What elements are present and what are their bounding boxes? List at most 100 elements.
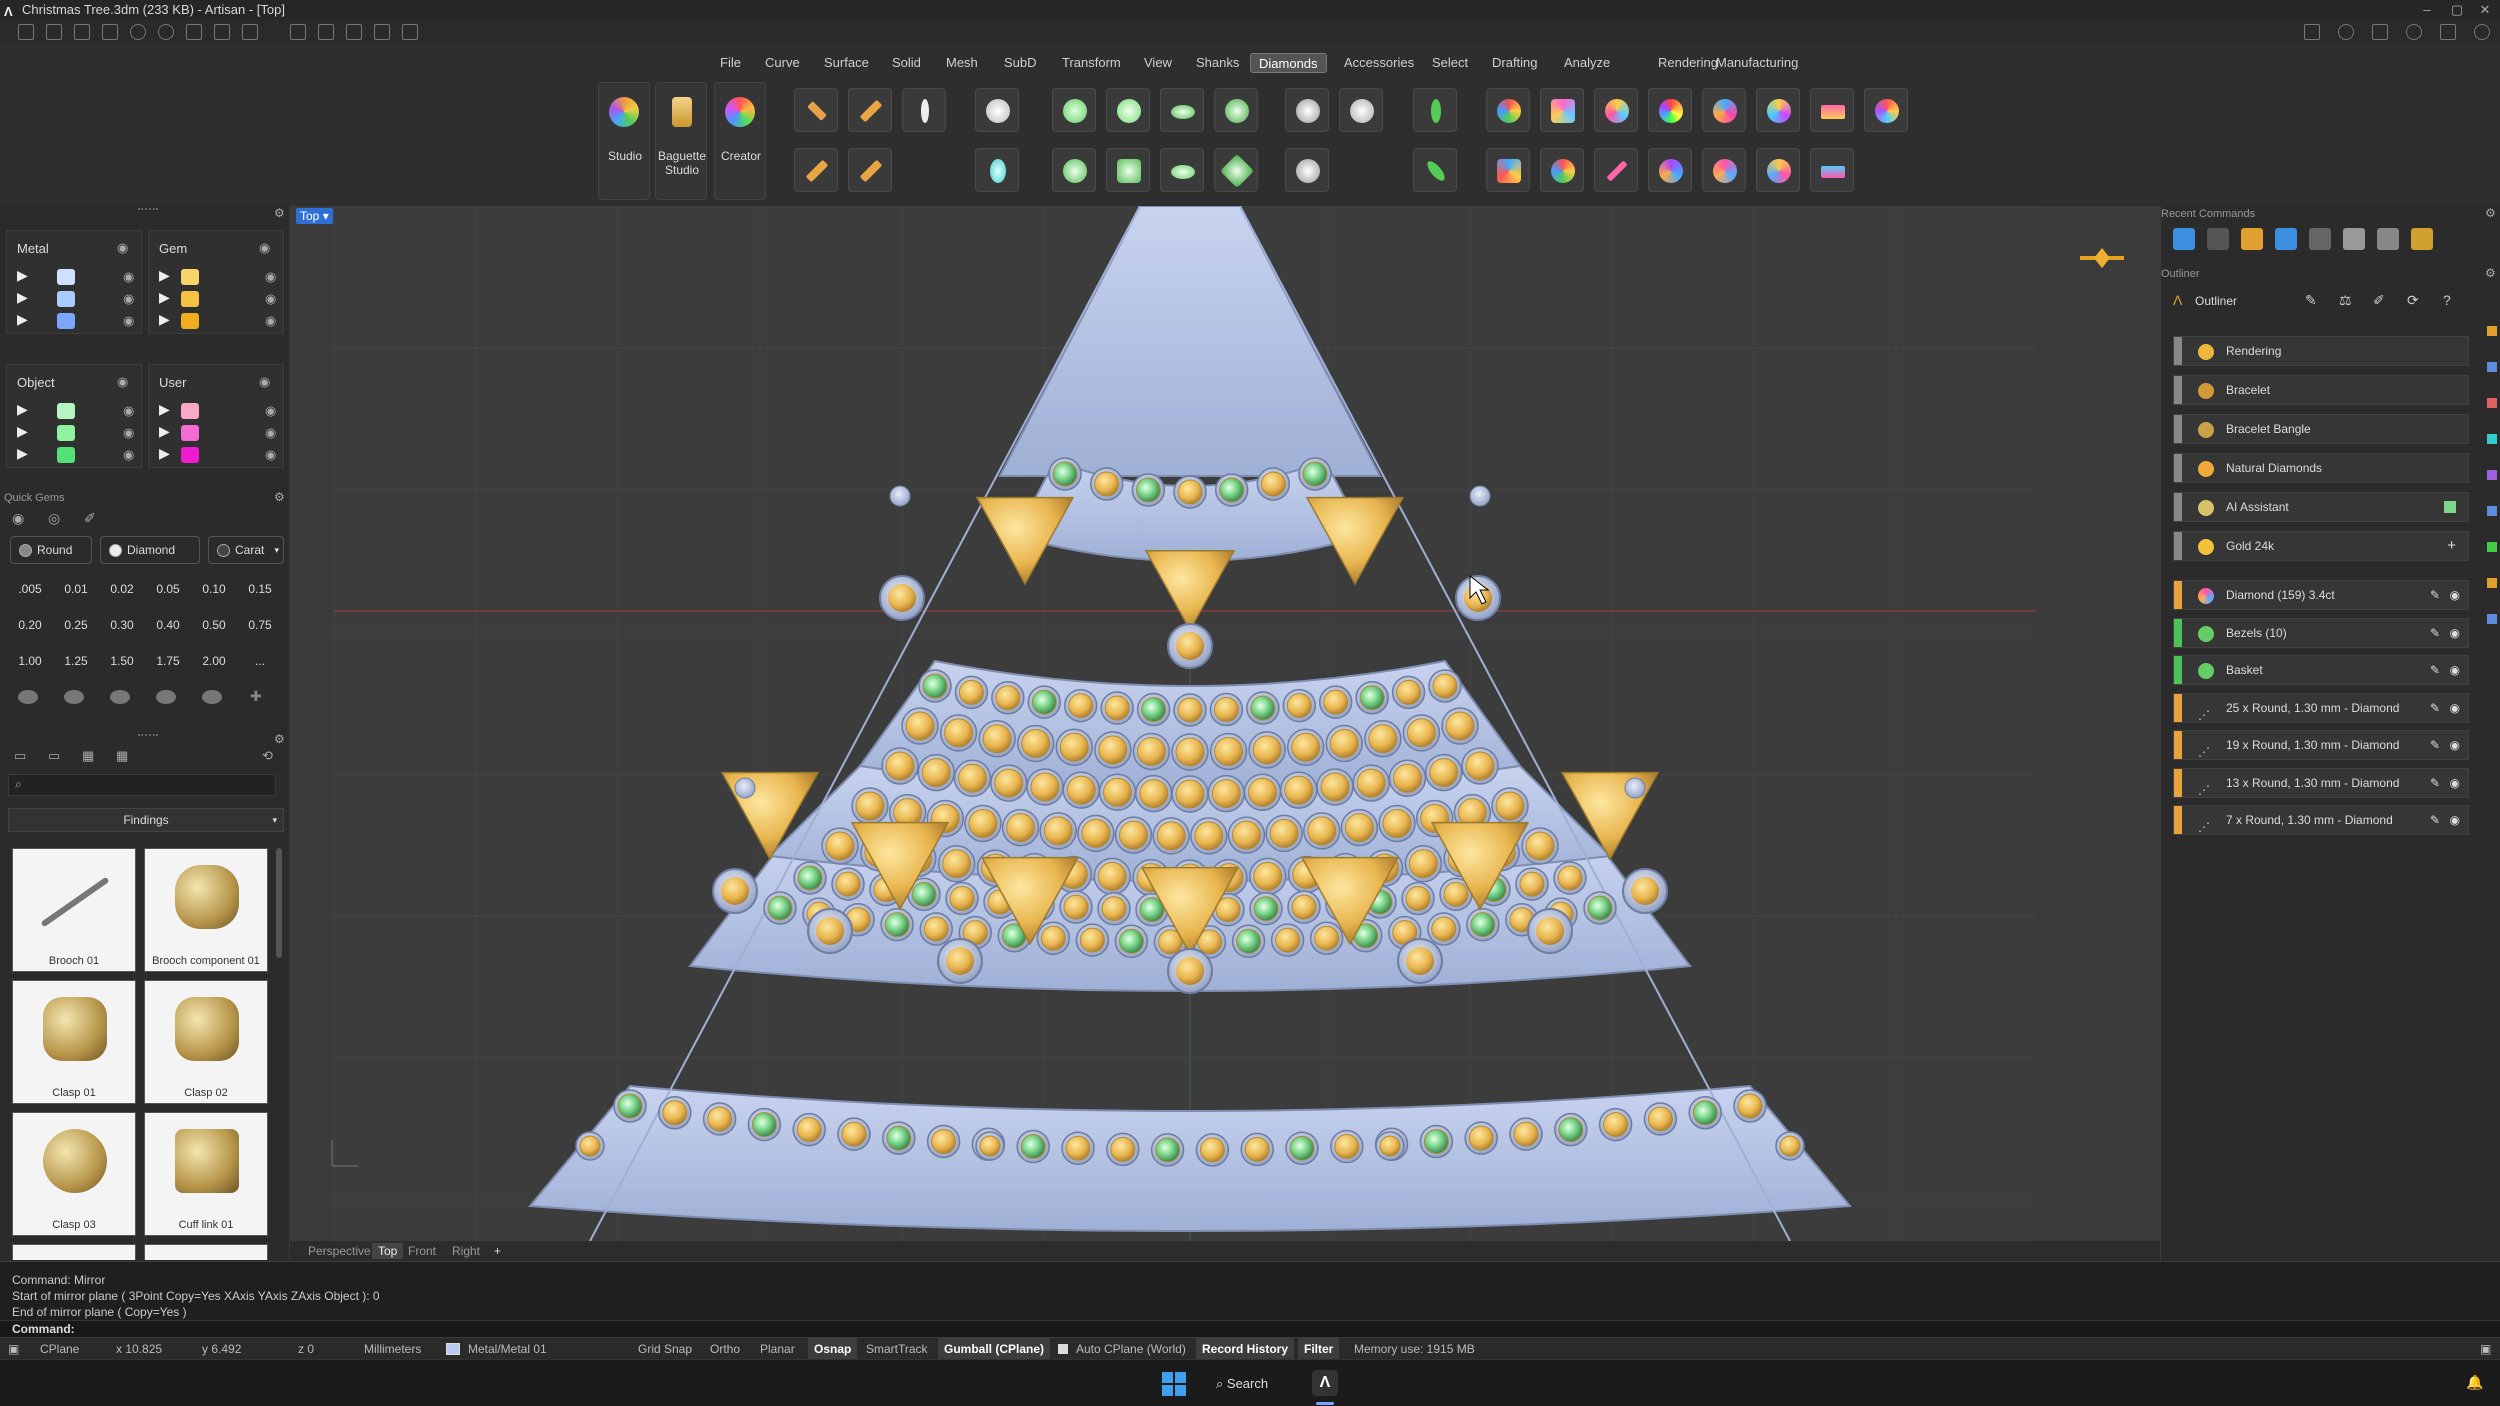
viewport-label[interactable]: Top ▾: [296, 208, 333, 224]
eye-icon[interactable]: ◉: [265, 447, 276, 463]
carat-option[interactable]: 1.25: [54, 646, 98, 676]
creator-button[interactable]: Creator: [714, 82, 766, 200]
windows-start-icon[interactable]: [1162, 1372, 1186, 1396]
findings-settings-icon[interactable]: ⚙: [274, 732, 285, 746]
balance-icon[interactable]: ⚖: [2339, 292, 2352, 309]
account-icon[interactable]: [2474, 24, 2490, 40]
eye-icon[interactable]: ◉: [265, 291, 276, 307]
eye-icon[interactable]: ◉: [2450, 656, 2460, 684]
menu-drafting[interactable]: Drafting: [1484, 53, 1546, 73]
maximize-button[interactable]: ▢: [2442, 0, 2472, 20]
orientation-gizmo-icon[interactable]: [2080, 248, 2124, 268]
eye-icon[interactable]: ◉: [123, 313, 134, 329]
play-icon[interactable]: ▶: [17, 423, 28, 440]
object-item[interactable]: ⋰ 19 x Round, 1.30 mm - Diamond ✎ ◉: [2173, 730, 2469, 760]
finding-brooch-01[interactable]: Brooch 01: [12, 848, 136, 972]
color-swatch[interactable]: [181, 291, 199, 307]
model-canvas[interactable]: [290, 206, 2160, 1241]
gems-cross-button[interactable]: [902, 88, 946, 132]
gems-between-curves-button[interactable]: [848, 88, 892, 132]
carat-option[interactable]: 0.20: [8, 610, 52, 640]
edit-icon[interactable]: ✎: [2430, 769, 2440, 797]
princess-shape-icon[interactable]: [156, 690, 176, 704]
lasso-icon[interactable]: [318, 24, 334, 40]
carat-option[interactable]: 2.00: [192, 646, 236, 676]
scale-icon[interactable]: [402, 24, 418, 40]
carat-dropdown[interactable]: Carat ▾: [208, 536, 284, 564]
info-icon[interactable]: [2338, 24, 2354, 40]
redo-icon[interactable]: [158, 24, 174, 40]
menu-solid[interactable]: Solid: [884, 53, 929, 73]
carat-option[interactable]: 0.15: [238, 574, 282, 604]
panel-settings-icon[interactable]: ⚙: [274, 206, 285, 220]
folder-open-icon[interactable]: ▭: [48, 748, 60, 764]
command-input[interactable]: Command:: [0, 1320, 2500, 1338]
recent-array-icon[interactable]: [2309, 228, 2331, 250]
eye-icon[interactable]: ◉: [2450, 731, 2460, 759]
eye-icon[interactable]: ◉: [123, 447, 134, 463]
pave-button[interactable]: [1285, 88, 1329, 132]
edit-icon[interactable]: ✐: [2373, 292, 2385, 309]
play-icon[interactable]: ▶: [17, 267, 28, 284]
eye-icon[interactable]: ◉: [2450, 806, 2460, 834]
studio-button[interactable]: Studio: [598, 82, 650, 200]
finding-brooch-component-01[interactable]: Brooch component 01: [144, 848, 268, 972]
cutter-button[interactable]: [1160, 88, 1204, 132]
menu-file[interactable]: File: [712, 53, 749, 73]
gem-random-button[interactable]: [1702, 148, 1746, 192]
strip-icon[interactable]: [2487, 362, 2497, 372]
carat-option[interactable]: 0.01: [54, 574, 98, 604]
gem-color-button[interactable]: [1540, 88, 1584, 132]
pave-fill-button[interactable]: [1285, 148, 1329, 192]
grid-snap-toggle[interactable]: Grid Snap: [638, 1338, 692, 1360]
current-layer[interactable]: Metal/Metal 01: [468, 1338, 547, 1360]
object-item[interactable]: Bezels (10) ✎ ◉: [2173, 617, 2469, 648]
bar-setting-button[interactable]: [1106, 148, 1150, 192]
recent-gems-icon[interactable]: [2241, 228, 2263, 250]
gem-shape-button[interactable]: [1810, 88, 1854, 132]
strip-icon[interactable]: [2487, 614, 2497, 624]
object-item[interactable]: Basket ✎ ◉: [2173, 655, 2469, 685]
round-gem-button[interactable]: [975, 88, 1019, 132]
finding-item[interactable]: [144, 1244, 268, 1260]
carat-option[interactable]: 0.05: [146, 574, 190, 604]
recent-undo-icon[interactable]: [2207, 228, 2229, 250]
eye-icon[interactable]: ◉: [123, 425, 134, 441]
object-row-3[interactable]: ▶ ◉: [17, 443, 137, 469]
record-history-toggle[interactable]: Record History: [1196, 1338, 1295, 1360]
color-swatch[interactable]: [181, 425, 199, 441]
eye-icon[interactable]: ◉: [2450, 769, 2460, 797]
edit-icon[interactable]: ✎: [2430, 581, 2440, 609]
recent-mirror-icon[interactable]: [2275, 228, 2297, 250]
save-as-icon[interactable]: [214, 24, 230, 40]
gem-row-3[interactable]: ▶ ◉: [159, 309, 279, 335]
object-item[interactable]: ⋰ 13 x Round, 1.30 mm - Diamond ✎ ◉: [2173, 767, 2469, 798]
menu-transform[interactable]: Transform: [1054, 53, 1129, 73]
folder-icon[interactable]: ▭: [14, 748, 26, 764]
bezel-button[interactable]: [1052, 88, 1096, 132]
material-item[interactable]: Bracelet Bangle: [2173, 414, 2469, 444]
play-icon[interactable]: ▶: [159, 267, 170, 284]
outliner-settings-icon[interactable]: ⚙: [2485, 266, 2496, 280]
tab-top[interactable]: Top: [372, 1243, 404, 1259]
edit-icon[interactable]: ✎: [2430, 694, 2440, 722]
color-swatch[interactable]: [57, 447, 75, 463]
menu-accessories[interactable]: Accessories: [1336, 53, 1422, 73]
edit-icon[interactable]: ✎: [2430, 619, 2440, 647]
gem-analysis-button[interactable]: [1486, 88, 1530, 132]
tab-right[interactable]: Right: [446, 1243, 486, 1259]
carat-option[interactable]: 0.25: [54, 610, 98, 640]
menu-shanks[interactable]: Shanks: [1188, 53, 1247, 73]
eye-icon[interactable]: ◉: [2450, 619, 2460, 647]
gem-pick-icon[interactable]: ✐: [84, 510, 96, 527]
play-icon[interactable]: ▶: [159, 401, 170, 418]
material-item[interactable]: Rendering: [2173, 336, 2469, 366]
library-icon[interactable]: ▦: [82, 748, 94, 764]
more-shapes-icon[interactable]: ✚: [250, 688, 262, 705]
color-swatch[interactable]: [181, 447, 199, 463]
panel-grip[interactable]: [138, 208, 158, 212]
color-swatch[interactable]: [57, 313, 75, 329]
color-swatch[interactable]: [57, 425, 75, 441]
material-item[interactable]: Bracelet: [2173, 375, 2469, 405]
gems-on-curve-button[interactable]: [794, 88, 838, 132]
